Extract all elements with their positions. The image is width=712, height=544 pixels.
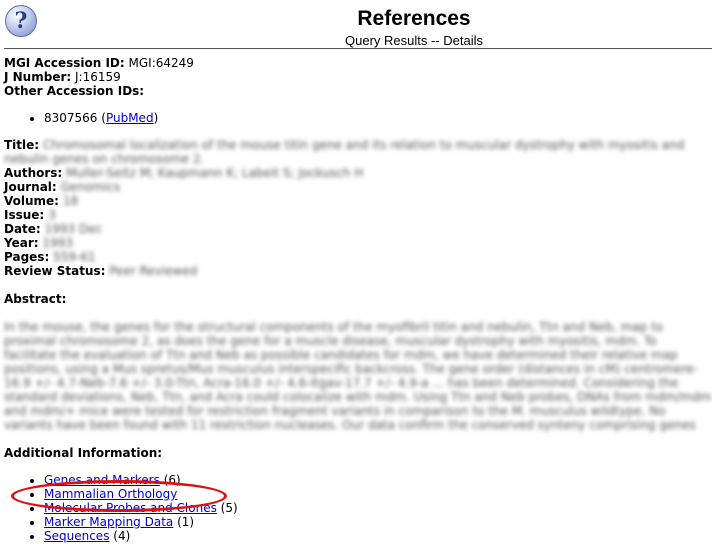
authors-row: Authors: Muller-Seitz M; Kaupmann K; Lab… (4, 166, 712, 180)
mgi-accession-label: MGI Accession ID: (4, 56, 125, 70)
year-value: 1993 (42, 236, 73, 250)
pages-row: Pages: 559-61 (4, 250, 712, 264)
sequences-link[interactable]: Sequences (44, 529, 109, 543)
list-item: Mammalian Orthology (44, 487, 712, 501)
mgi-accession-row: MGI Accession ID: MGI:64249 (4, 56, 712, 70)
year-label: Year: (4, 236, 39, 250)
list-item: Marker Mapping Data (1) (44, 515, 712, 529)
issue-value: 3 (48, 208, 56, 222)
header-divider (4, 48, 712, 49)
abstract-label: Abstract: (4, 292, 67, 306)
pubmed-id: 8307566 (44, 111, 98, 125)
mgi-accession-value: MGI:64249 (128, 56, 194, 70)
genes-markers-count: (6) (163, 473, 181, 487)
abstract-text: In the mouse, the genes for the structur… (4, 320, 712, 432)
page-subtitle: Query Results -- Details (345, 33, 483, 48)
j-number-row: J Number: J:16159 (4, 70, 712, 84)
review-status-value: Peer Reviewed (109, 264, 198, 278)
genes-markers-link[interactable]: Genes and Markers (44, 473, 160, 487)
list-item: Molecular Probes and Clones (5) (44, 501, 712, 515)
other-accession-list: 8307566 (PubMed) (4, 111, 712, 125)
list-item: Genes and Markers (6) (44, 473, 712, 487)
marker-mapping-count: (1) (177, 515, 195, 529)
review-status-row: Review Status: Peer Reviewed (4, 264, 712, 278)
year-row: Year: 1993 (4, 236, 712, 250)
other-accession-label: Other Accession IDs: (4, 84, 145, 98)
pubmed-link[interactable]: PubMed (106, 111, 154, 125)
page-title: References (357, 7, 471, 30)
volume-label: Volume: (4, 194, 59, 208)
marker-mapping-link[interactable]: Marker Mapping Data (44, 515, 173, 529)
date-label: Date: (4, 222, 41, 236)
volume-row: Volume: 18 (4, 194, 712, 208)
molecular-probes-count: (5) (220, 501, 238, 515)
pages-value: 559-61 (53, 250, 96, 264)
pages-label: Pages: (4, 250, 50, 264)
title-value: Chromosomal localization of the mouse ti… (4, 138, 685, 166)
j-number-value: J:16159 (75, 70, 121, 84)
issue-label: Issue: (4, 208, 45, 222)
journal-label: Journal: (4, 180, 57, 194)
issue-row: Issue: 3 (4, 208, 712, 222)
molecular-probes-link[interactable]: Molecular Probes and Clones (44, 501, 217, 515)
mammalian-orthology-link[interactable]: Mammalian Orthology (44, 487, 177, 501)
list-item: Sequences (4) (44, 529, 712, 543)
journal-value: Genomics (60, 180, 121, 194)
volume-value: 18 (62, 194, 79, 208)
j-number-label: J Number: (4, 70, 72, 84)
title-label: Title: (4, 138, 40, 152)
reference-details: MGI Accession ID: MGI:64249 J Number: J:… (4, 56, 712, 543)
authors-label: Authors: (4, 166, 63, 180)
authors-value: Muller-Seitz M; Kaupmann K; Labeit S; Jo… (66, 166, 364, 180)
sequences-count: (4) (113, 529, 131, 543)
additional-info-label: Additional Information: (4, 446, 163, 460)
list-item: 8307566 (PubMed) (44, 111, 712, 125)
journal-row: Journal: Genomics (4, 180, 712, 194)
date-row: Date: 1993 Dec (4, 222, 712, 236)
additional-info-list: Genes and Markers (6) Mammalian Ortholog… (4, 473, 712, 543)
date-value: 1993 Dec (44, 222, 103, 236)
title-row: Title: Chromosomal localization of the m… (4, 138, 712, 166)
review-status-label: Review Status: (4, 264, 106, 278)
